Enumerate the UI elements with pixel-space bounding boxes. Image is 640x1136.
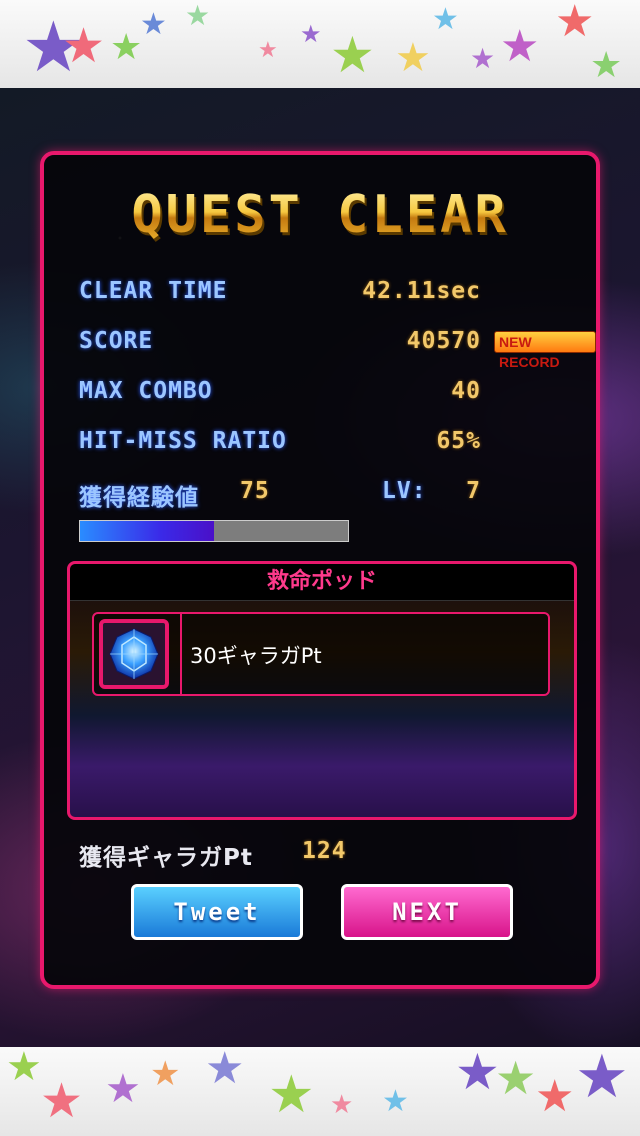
star-decoration: ★ [300,20,322,48]
reward-divider [180,614,182,694]
star-decoration: ★ [395,35,431,81]
star-decoration: ★ [432,2,459,37]
star-decoration: ★ [500,21,540,72]
star-decoration: ★ [535,1071,575,1122]
star-decoration: ★ [6,1047,42,1090]
reward-icon-frame [99,619,169,689]
star-decoration: ★ [382,1084,409,1119]
score-label: SCORE [79,328,154,354]
score-value: 40570 [406,328,481,354]
blue-crystal-icon [109,628,159,680]
star-decoration: ★ [268,1065,315,1125]
max-combo-value: 40 [451,378,481,404]
bottom-star-band: ★ ★ ★ ★ ★ ★ ★ ★ ★ ★ ★ ★ [0,1047,640,1136]
hit-miss-ratio-value: 65% [436,428,481,454]
clear-time-label: CLEAR TIME [79,278,228,304]
clear-time-value: 42.11sec [362,278,481,304]
star-decoration: ★ [140,7,167,42]
star-decoration: ★ [590,45,623,86]
exp-value: 75 [240,478,270,504]
star-decoration: ★ [185,0,211,32]
star-decoration: ★ [258,38,278,63]
exp-label: 獲得経験値 [79,485,199,511]
exp-progress-bar [79,520,349,542]
galaga-pt-label: 獲得ギャラガPt [79,845,253,871]
star-decoration: ★ [62,18,106,74]
star-decoration: ★ [150,1054,181,1094]
exp-progress-fill [80,521,214,541]
top-star-band: ★ ★ ★ ★ ★ ★ ★ ★ ★ ★ ★ ★ ★ ★ [0,0,640,88]
star-decoration: ★ [330,1090,354,1120]
reward-text: 30ギャラガPt [190,644,322,668]
max-combo-label: MAX COMBO [79,378,213,404]
quest-clear-title: QUEST CLEAR [44,185,596,245]
star-decoration: ★ [555,0,595,47]
level-value: 7 [466,478,481,504]
next-button[interactable]: NEXT [341,884,513,940]
new-record-badge: NEW RECORD [494,331,596,370]
star-decoration: ★ [575,1047,629,1112]
reward-item: 30ギャラガPt [92,612,550,696]
star-decoration: ★ [40,1073,84,1129]
rescue-pod-panel: 救命ポッド 30ギャラガPt [67,561,577,820]
rescue-pod-title: 救命ポッド [70,564,574,601]
star-decoration: ★ [330,26,375,84]
star-decoration: ★ [495,1051,537,1105]
level-label: LV: [382,478,427,504]
star-decoration: ★ [110,27,143,68]
star-decoration: ★ [470,42,496,75]
hit-miss-ratio-label: HIT-MISS RATIO [79,428,287,454]
star-decoration: ★ [205,1047,245,1094]
tweet-button[interactable]: Tweet [131,884,303,940]
star-decoration: ★ [455,1047,500,1101]
star-decoration: ★ [105,1066,141,1112]
galaga-pt-value: 124 [302,838,347,864]
result-panel: QUEST CLEAR QUEST CLEAR CLEAR TIME 42.11… [40,151,600,989]
